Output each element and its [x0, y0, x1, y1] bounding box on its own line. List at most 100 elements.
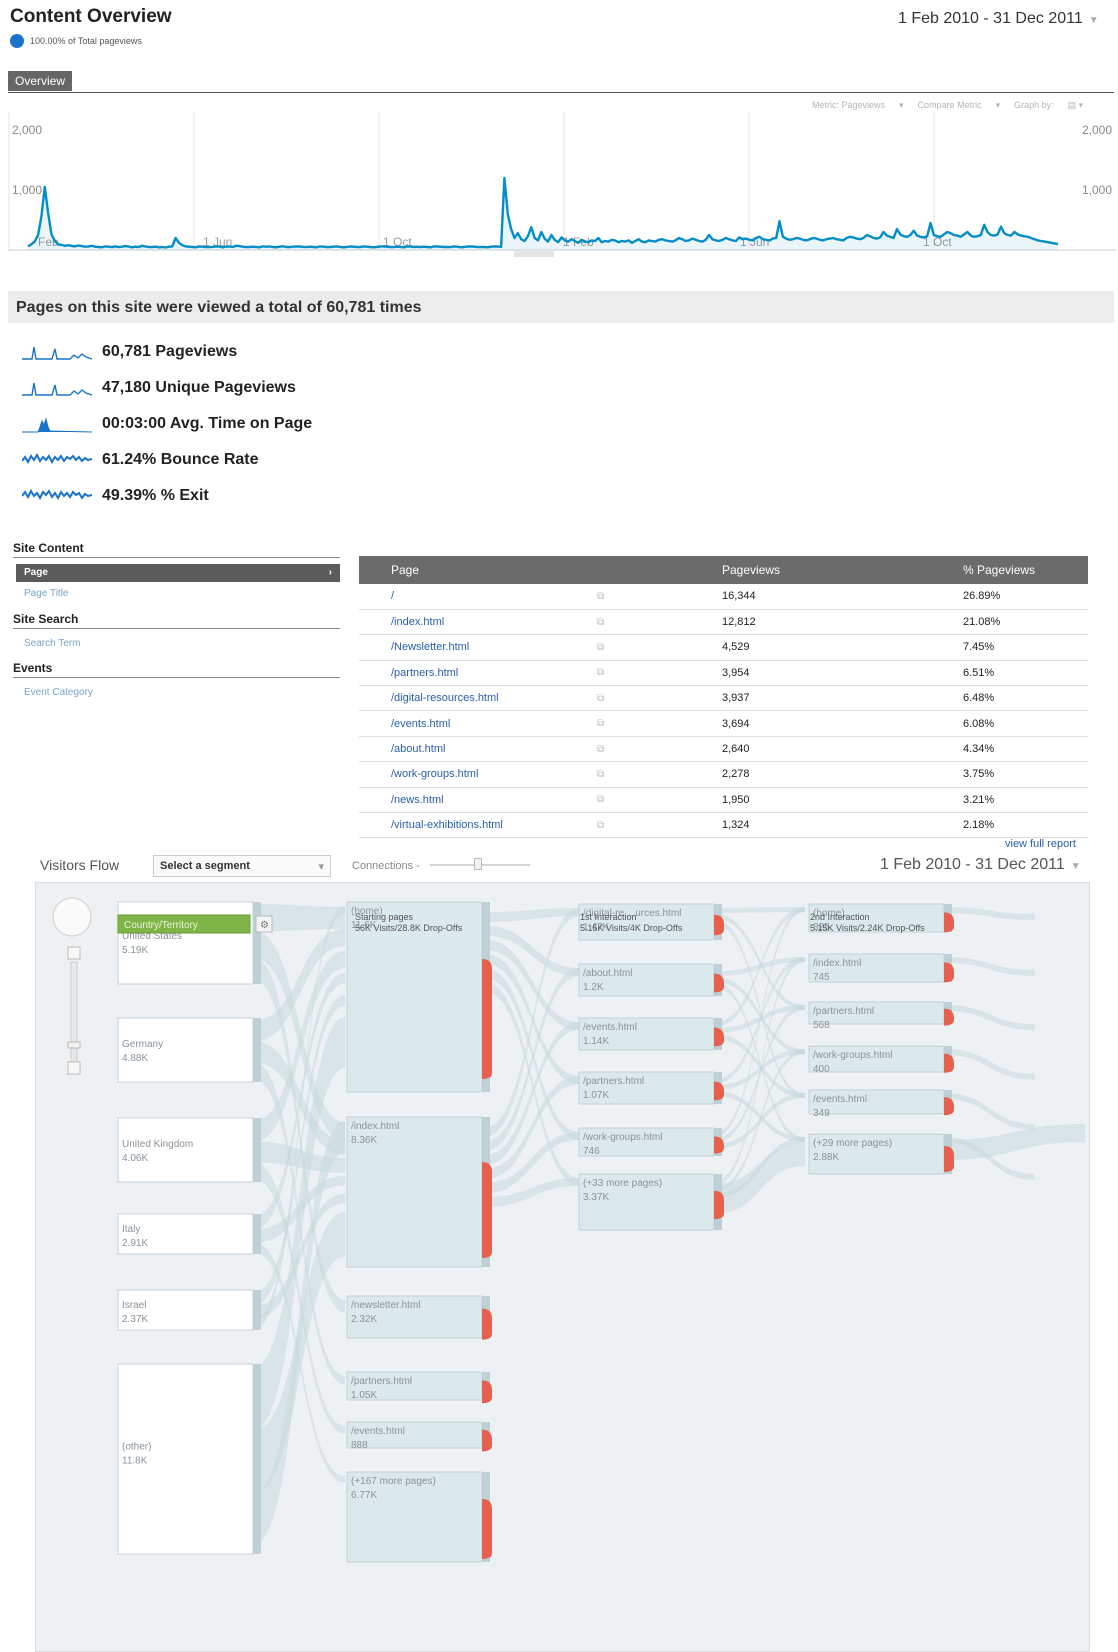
- open-page-icon[interactable]: ⧉: [597, 787, 687, 814]
- pan-control[interactable]: [52, 897, 92, 937]
- y-axis-labels: 2,000 2,000 1,000 1,000: [12, 123, 1112, 197]
- open-page-icon[interactable]: ⧉: [597, 761, 687, 788]
- flow-node-value: 349: [813, 1108, 830, 1119]
- metric-pageviews[interactable]: 60,781 Pageviews: [22, 341, 237, 363]
- sparkline-icon: [22, 452, 92, 465]
- page-link[interactable]: /news.html: [359, 787, 597, 814]
- flow-link[interactable]: [945, 1049, 1035, 1080]
- flow-link[interactable]: [945, 907, 1035, 920]
- compare-metric-selector[interactable]: Compare Metric: [918, 100, 982, 111]
- nav-item-search-term[interactable]: Search Term: [24, 638, 81, 649]
- flow-node[interactable]: (+33 more pages) 3.37K: [578, 1173, 724, 1231]
- flow-node[interactable]: /events.html 888: [346, 1421, 492, 1452]
- open-page-icon[interactable]: ⧉: [597, 584, 687, 610]
- flow-link[interactable]: [945, 1005, 1035, 1030]
- date-range-picker[interactable]: 1 Feb 2010 - 31 Dec 2011 ▼: [898, 10, 1099, 28]
- flow-node[interactable]: /digital-re....urces.html1.47K: [578, 903, 724, 941]
- flow-node[interactable]: (other) 11.8K: [117, 1363, 261, 1555]
- page-link[interactable]: /partners.html: [359, 660, 597, 687]
- nav-item-page[interactable]: Page ›: [16, 564, 340, 582]
- drop-off-indicator[interactable]: [714, 1190, 724, 1220]
- flow-node[interactable]: Italy 2.91K: [117, 1213, 261, 1255]
- drop-off-indicator[interactable]: [714, 1081, 724, 1101]
- graph-by-selector[interactable]: Graph by:: [1014, 100, 1054, 111]
- flow-node[interactable]: /partners.html 568: [808, 1001, 954, 1031]
- flow-link[interactable]: [945, 957, 1035, 976]
- page-link[interactable]: /: [359, 584, 597, 610]
- open-page-icon[interactable]: ⧉: [597, 736, 687, 763]
- flow-node[interactable]: (+167 more pages) 6.77K: [346, 1471, 492, 1563]
- view-full-report-link[interactable]: view full report: [1005, 838, 1076, 850]
- table-row: /Newsletter.html ⧉ 4,529 7.45%: [359, 634, 1088, 661]
- tab-overview[interactable]: Overview: [8, 71, 73, 91]
- table-row: /about.html ⧉ 2,640 4.34%: [359, 736, 1088, 763]
- flow-node[interactable]: /partners.html 1.05K: [346, 1371, 492, 1404]
- flow-node[interactable]: /index.html 745: [808, 953, 954, 983]
- flow-date-range-picker[interactable]: 1 Feb 2010 - 31 Dec 2011 ▼: [880, 856, 1081, 874]
- column-header-page[interactable]: Page: [359, 556, 597, 584]
- zoom-slider-handle[interactable]: [67, 1041, 81, 1049]
- drop-off-indicator[interactable]: [944, 962, 954, 983]
- drop-off-indicator[interactable]: [482, 959, 492, 1079]
- drop-off-indicator[interactable]: [944, 1053, 954, 1073]
- metric-exit-rate[interactable]: 49.39% % Exit: [22, 485, 209, 507]
- drop-off-indicator[interactable]: [714, 973, 724, 993]
- flow-link[interactable]: [945, 1124, 1085, 1160]
- chart-resize-handle[interactable]: [514, 251, 554, 257]
- flow-node[interactable]: Israel 2.37K: [117, 1289, 261, 1331]
- segment-select[interactable]: Select a segment ▾: [153, 855, 331, 877]
- zoom-in-button[interactable]: [67, 946, 81, 960]
- flow-node-value: 2.91K: [122, 1238, 148, 1249]
- metric-value: 60,781 Pageviews: [102, 343, 238, 360]
- drop-off-indicator[interactable]: [944, 912, 954, 933]
- column-header-pageviews[interactable]: Pageviews: [687, 556, 887, 584]
- open-page-icon[interactable]: ⧉: [597, 812, 687, 839]
- drop-off-indicator[interactable]: [482, 1499, 492, 1559]
- drop-off-indicator[interactable]: [482, 1162, 492, 1258]
- flow-node[interactable]: Germany 4.88K: [117, 1017, 261, 1083]
- open-page-icon[interactable]: ⧉: [597, 609, 687, 636]
- chart-type-icon[interactable]: ▤ ▾: [1068, 100, 1084, 111]
- page-link[interactable]: /events.html: [359, 710, 597, 737]
- flow-node[interactable]: /events.html 349: [808, 1089, 954, 1119]
- drop-off-indicator[interactable]: [482, 1429, 492, 1452]
- zoom-out-button[interactable]: [67, 1061, 81, 1075]
- flow-node-name: Germany: [122, 1039, 163, 1050]
- page-link[interactable]: /about.html: [359, 736, 597, 763]
- page-link[interactable]: /virtual-exhibitions.html: [359, 812, 597, 839]
- flow-node[interactable]: United States5.19K: [117, 901, 261, 985]
- metric-bounce-rate[interactable]: 61.24% Bounce Rate: [22, 449, 259, 471]
- open-page-icon[interactable]: ⧉: [597, 634, 687, 661]
- open-page-icon[interactable]: ⧉: [597, 710, 687, 737]
- open-page-icon[interactable]: ⧉: [597, 660, 687, 687]
- flow-node-value: 4.88K: [122, 1053, 148, 1064]
- table-row: /partners.html ⧉ 3,954 6.51%: [359, 660, 1088, 687]
- nav-item-page-title[interactable]: Page Title: [24, 588, 68, 599]
- flow-node[interactable]: /index.html 8.36K: [346, 1116, 492, 1268]
- flow-node[interactable]: (+29 more pages) 2.88K: [808, 1133, 954, 1175]
- connections-slider-handle[interactable]: [474, 858, 482, 870]
- flow-node[interactable]: /work-groups.html 746: [578, 1127, 724, 1157]
- page-link[interactable]: /index.html: [359, 609, 597, 636]
- column-header-percent[interactable]: % Pageviews: [887, 556, 1088, 584]
- flow-node[interactable]: /work-groups.html 400: [808, 1045, 954, 1075]
- drop-off-indicator[interactable]: [944, 1097, 954, 1116]
- metric-avg-time[interactable]: 00:03:00 Avg. Time on Page: [22, 413, 312, 435]
- drop-off-indicator[interactable]: [944, 1146, 954, 1172]
- flow-node[interactable]: /about.html 1.2K: [578, 963, 724, 997]
- metric-selector[interactable]: Metric: Pageviews: [812, 100, 885, 111]
- pie-chart-icon: [10, 34, 24, 48]
- drop-off-indicator[interactable]: [482, 1308, 492, 1340]
- flow-link[interactable]: [945, 1093, 1035, 1130]
- page-link[interactable]: /digital-resources.html: [359, 685, 597, 712]
- flow-node[interactable]: /newsletter.html 2.32K: [346, 1295, 492, 1340]
- open-page-icon[interactable]: ⧉: [597, 685, 687, 712]
- page-link[interactable]: /Newsletter.html: [359, 634, 597, 661]
- metric-unique-pageviews[interactable]: 47,180 Unique Pageviews: [22, 377, 296, 399]
- flow-node[interactable]: United Kingdom 4.06K: [117, 1117, 261, 1183]
- flow-node[interactable]: /events.html 1.14K: [578, 1017, 724, 1051]
- drop-off-indicator[interactable]: [482, 1380, 492, 1404]
- page-link[interactable]: /work-groups.html: [359, 761, 597, 788]
- nav-item-event-category[interactable]: Event Category: [24, 687, 93, 698]
- flow-node[interactable]: /partners.html 1.07K: [578, 1071, 724, 1105]
